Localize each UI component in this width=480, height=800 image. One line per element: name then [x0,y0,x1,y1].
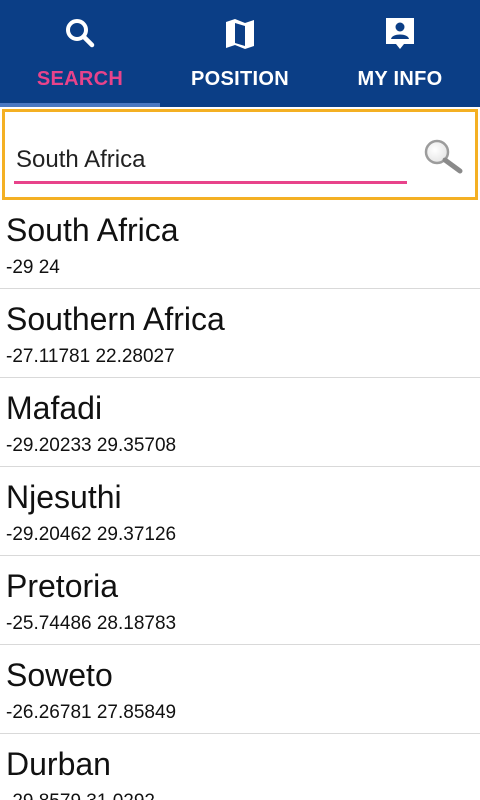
result-coords: -29 24 [6,257,60,278]
list-item[interactable]: Njesuthi -29.20462 29.37126 [0,467,480,556]
result-coords: -27.11781 22.28027 [6,346,175,367]
result-name: Durban [6,746,111,782]
magnifier-icon[interactable] [418,136,466,176]
contact-card-icon [386,18,414,49]
list-item[interactable]: Soweto -26.26781 27.85849 [0,645,480,734]
active-tab-indicator [0,103,160,107]
result-name: Soweto [6,657,113,693]
list-item[interactable]: Pretoria -25.74486 28.18783 [0,556,480,645]
search-input-underline [14,181,407,184]
result-coords: -29.8579 31.0292 [6,791,155,800]
tab-position-label: POSITION [191,68,289,90]
result-name: Pretoria [6,568,119,604]
list-item[interactable]: Mafadi -29.20233 29.35708 [0,378,480,467]
tab-my-info[interactable]: MY INFO [320,0,480,107]
search-box [2,109,478,200]
tab-search-label: SEARCH [36,68,124,90]
tab-bar: SEARCH POSITION MY INFO [0,0,480,107]
result-coords: -29.20233 29.35708 [6,435,177,456]
search-input[interactable] [14,138,407,182]
result-name: Mafadi [6,390,103,426]
tab-search[interactable]: SEARCH [0,0,160,107]
result-name: Njesuthi [6,479,122,515]
tab-my-info-label: MY INFO [357,68,443,90]
result-coords: -29.20462 29.37126 [6,524,177,545]
list-item[interactable]: Southern Africa -27.11781 22.28027 [0,289,480,378]
result-name: South Africa [6,212,179,248]
list-item[interactable]: South Africa -29 24 [0,200,480,289]
tab-position[interactable]: POSITION [160,0,320,107]
results-list: South Africa -29 24 Southern Africa -27.… [0,200,480,800]
search-icon [66,19,95,48]
map-icon [226,19,254,49]
result-name: Southern Africa [6,301,225,337]
result-coords: -26.26781 27.85849 [6,702,177,723]
result-coords: -25.74486 28.18783 [6,613,177,634]
list-item[interactable]: Durban -29.8579 31.0292 [0,734,480,800]
